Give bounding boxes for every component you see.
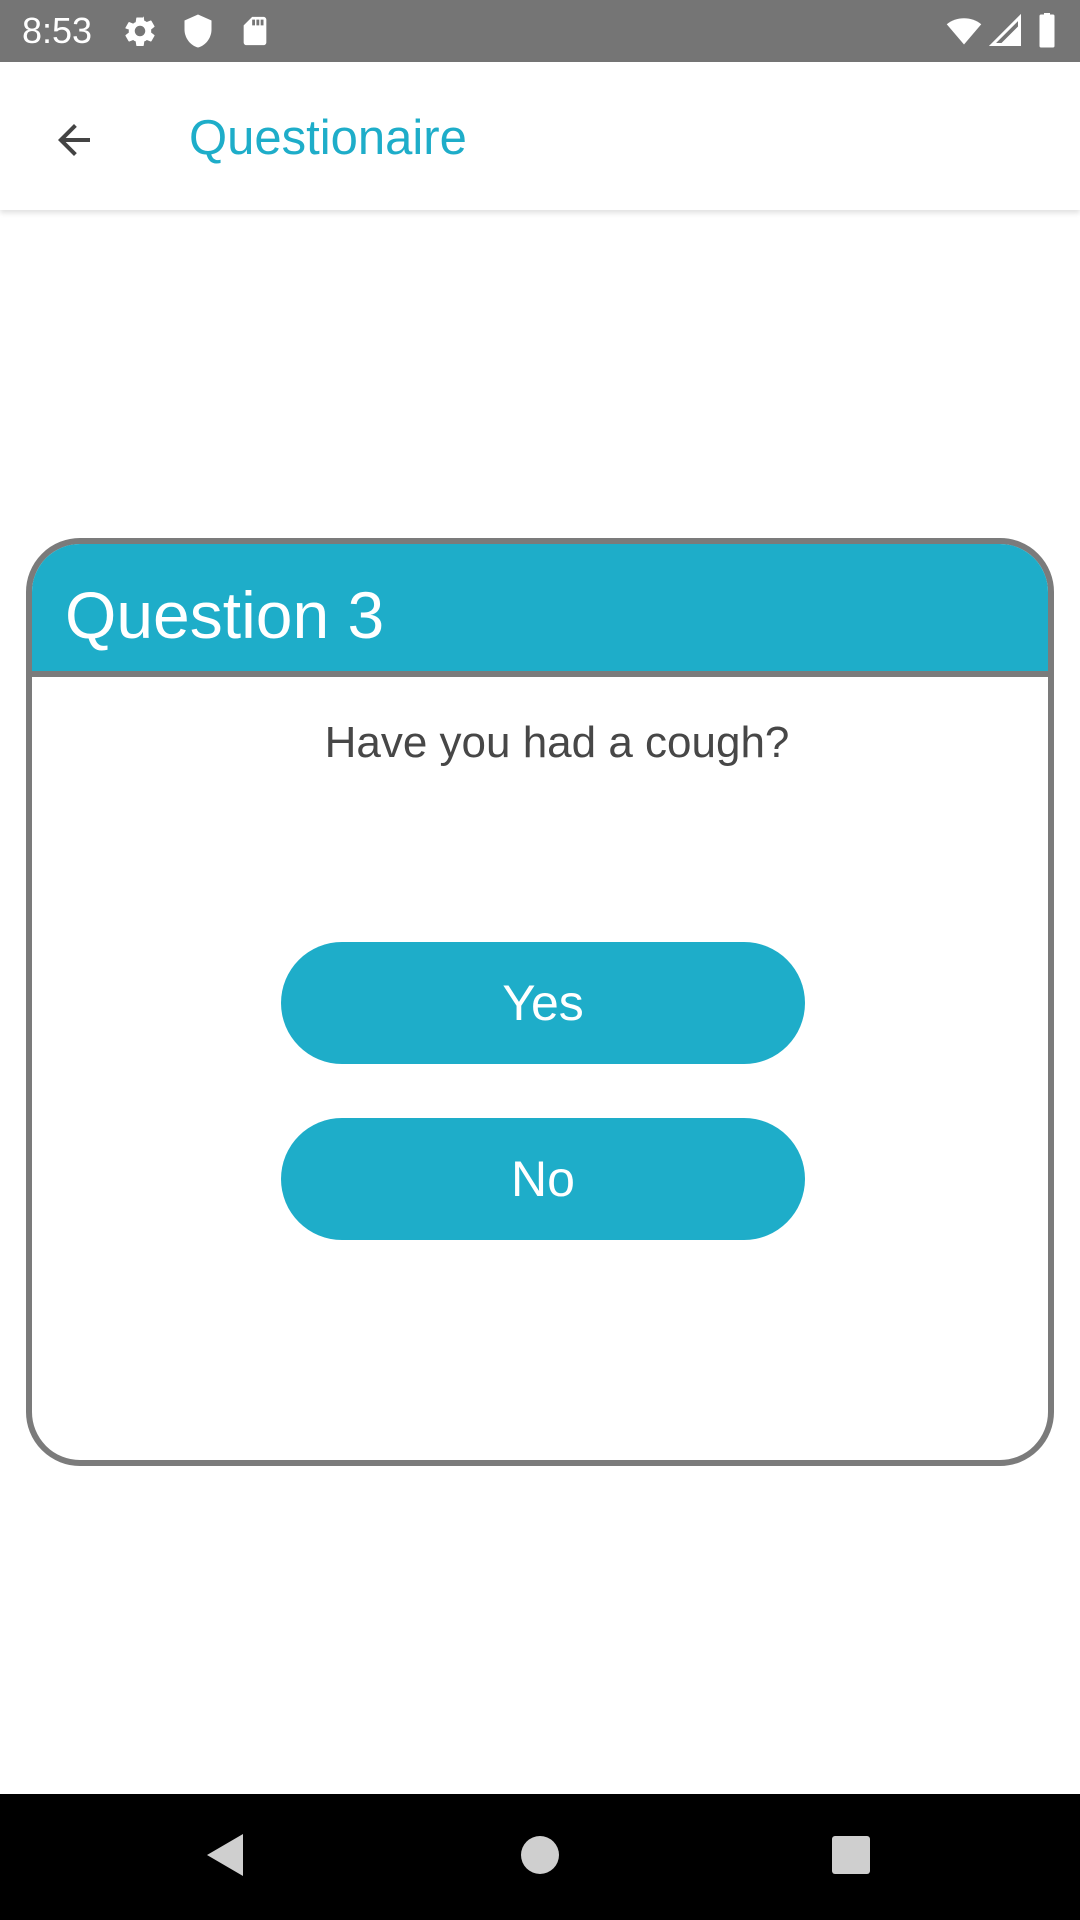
- back-button[interactable]: [30, 98, 118, 186]
- status-time: 8:53: [22, 10, 93, 51]
- card-header: Question 3: [32, 544, 1048, 677]
- nav-home-button[interactable]: [505, 1822, 575, 1892]
- nav-recents-button[interactable]: [816, 1822, 886, 1892]
- page-title: Questionaire: [189, 111, 467, 165]
- home-circle-icon: [520, 1835, 560, 1880]
- wifi-icon: [944, 13, 984, 54]
- question-number-title: Question 3: [65, 578, 385, 652]
- status-bar: 8:53: [0, 0, 1080, 62]
- cell-signal-icon: [988, 13, 1024, 54]
- sd-card-icon: [238, 13, 272, 54]
- question-card: Question 3 Have you had a cough? Yes No: [26, 538, 1054, 1466]
- question-text: Have you had a cough?: [324, 718, 790, 767]
- system-nav-bar: [0, 1794, 1080, 1920]
- no-button[interactable]: No: [281, 1118, 805, 1240]
- nav-back-button[interactable]: [190, 1822, 260, 1892]
- yes-button[interactable]: Yes: [281, 942, 805, 1064]
- arrow-back-icon: [50, 116, 98, 169]
- shield-icon: [180, 13, 216, 54]
- gear-icon: [122, 13, 158, 54]
- back-triangle-icon: [203, 1832, 247, 1883]
- recents-square-icon: [831, 1835, 871, 1880]
- app-bar: Questionaire: [0, 62, 1080, 210]
- battery-icon: [1036, 13, 1058, 54]
